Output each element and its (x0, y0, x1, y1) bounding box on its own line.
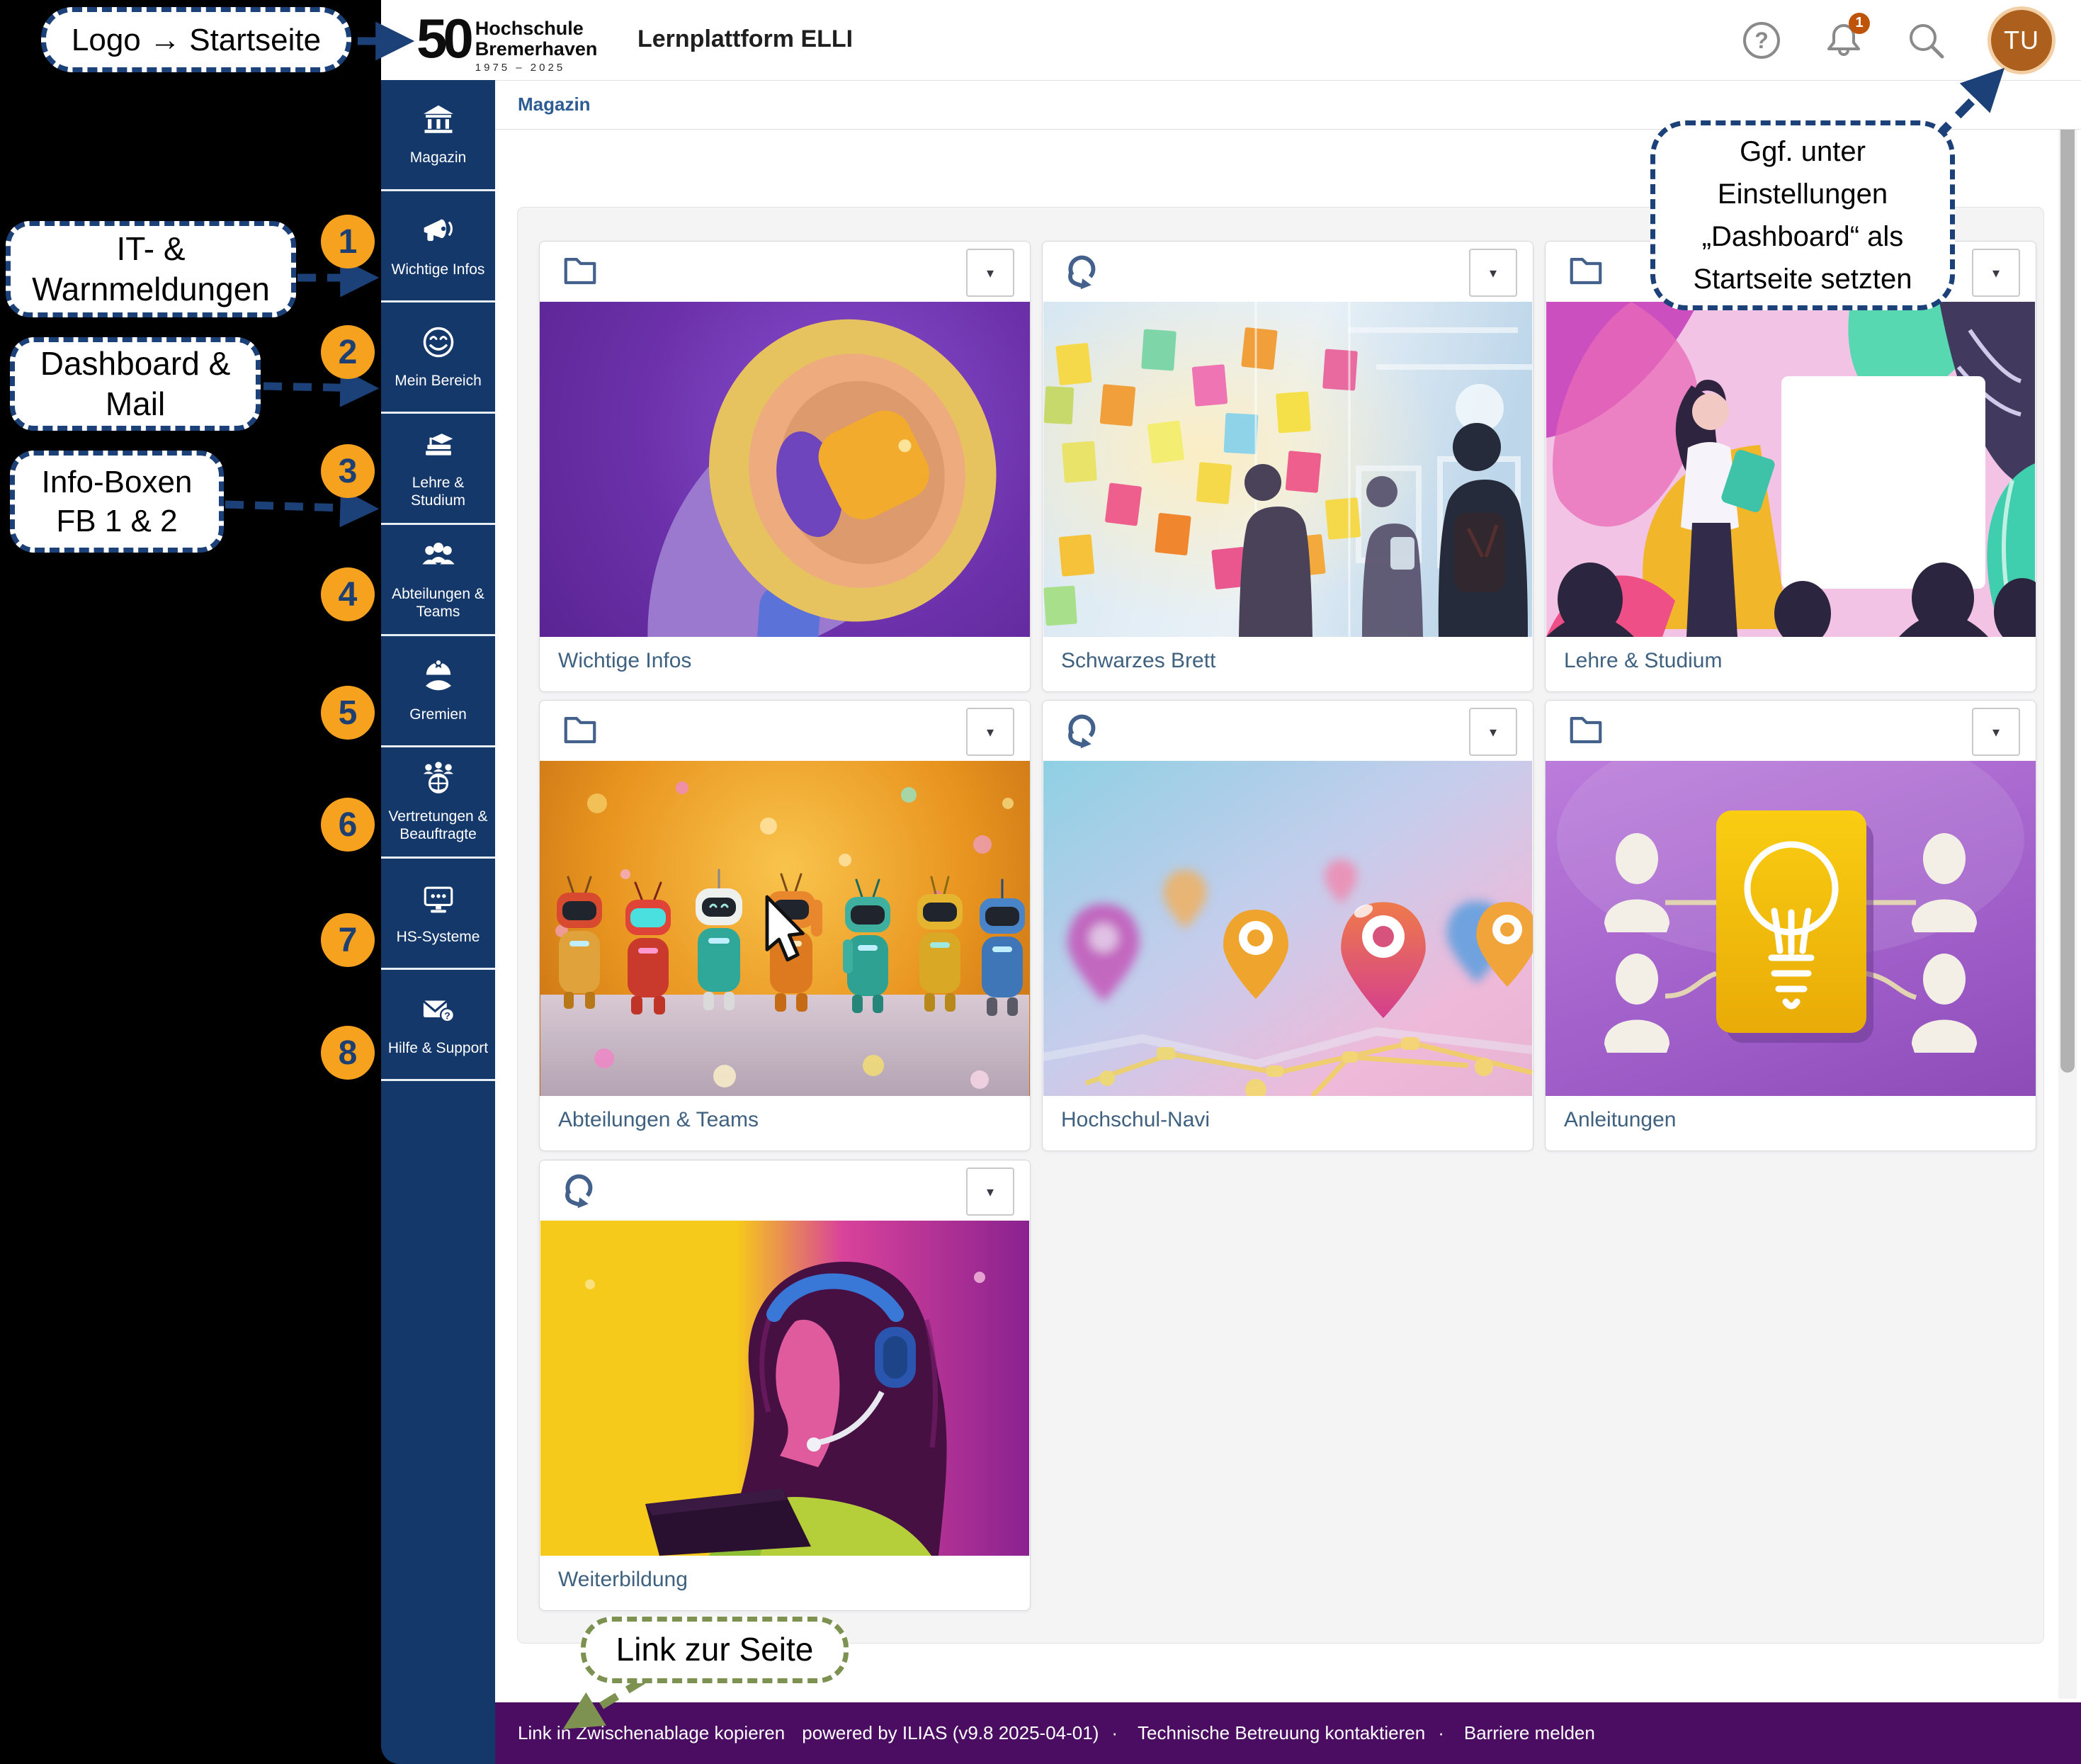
sidebar-item-lehre-studium[interactable]: Lehre & Studium (381, 414, 495, 525)
svg-text:?: ? (444, 1010, 450, 1021)
sidebar-item-hilfe-support[interactable]: ? Hilfe & Support (381, 970, 495, 1081)
page-title: Lernplattform ELLI (637, 26, 853, 53)
card-schwarzes-brett[interactable]: ▾ (1042, 241, 1533, 692)
number-badge-7: 7 (321, 913, 375, 967)
smiley-icon (421, 324, 456, 365)
callout-logo-startseite: Logo → Startseite (41, 7, 351, 72)
card-actions-dropdown[interactable]: ▾ (966, 1167, 1014, 1216)
sidebar-item-wichtige-infos[interactable]: Wichtige Infos (381, 191, 495, 303)
card-actions-dropdown[interactable]: ▾ (1972, 708, 2020, 756)
card-anleitungen[interactable]: ▾ (1545, 700, 2036, 1151)
logo-line1: Hochschule (475, 18, 598, 39)
number-badge-4: 4 (321, 567, 375, 621)
logo-50: 50 (416, 6, 470, 71)
footer-barrier-link[interactable]: Barriere melden (1464, 1722, 1595, 1744)
notifications-bell-icon[interactable]: 1 (1823, 20, 1864, 61)
bank-icon (421, 103, 455, 142)
mail-help-icon: ? (421, 992, 456, 1032)
card-actions-dropdown[interactable]: ▾ (1469, 708, 1517, 756)
number-badge-5: 5 (321, 686, 375, 740)
sidebar-item-gremien[interactable]: Gremien (381, 636, 495, 747)
monitor-icon (421, 881, 456, 921)
card-title: Hochschul-Navi (1043, 1096, 1533, 1144)
footer-copy-link[interactable]: Link in Zwischenablage kopieren (518, 1722, 785, 1744)
search-icon[interactable] (1905, 20, 1946, 61)
arrow-dashboard-mail (263, 386, 370, 388)
help-icon[interactable]: ? (1741, 20, 1782, 61)
link-icon (1064, 252, 1102, 294)
footer-support-link[interactable]: Technische Betreuung kontaktieren (1138, 1722, 1425, 1744)
callout-dashboard-mail: Dashboard & Mail (10, 337, 261, 431)
sidebar-item-hs-systeme[interactable]: HS-Systeme (381, 859, 495, 970)
sidebar: Magazin Wichtige Infos Mein Bereich Lehr… (381, 80, 495, 1764)
folder-icon (561, 711, 599, 753)
folder-icon (561, 252, 599, 294)
sidebar-item-mein-bereich[interactable]: Mein Bereich (381, 303, 495, 414)
card-image-sticky-notes (1043, 302, 1533, 637)
card-actions-dropdown[interactable]: ▾ (966, 708, 1014, 756)
card-image-lightbulb (1546, 761, 2036, 1096)
card-image-headphones-woman (540, 1221, 1030, 1556)
card-title: Anleitungen (1546, 1096, 2036, 1144)
breadcrumb[interactable]: Magazin (518, 94, 591, 115)
scrollbar-thumb[interactable] (2060, 88, 2075, 1073)
link-icon (1064, 711, 1102, 753)
card-weiterbildung[interactable]: ▾ Weiterbildung (539, 1160, 1031, 1611)
megaphone-icon (421, 213, 456, 254)
folder-icon (1567, 711, 1605, 753)
number-badge-1: 1 (321, 215, 375, 268)
committee-icon (421, 658, 456, 699)
card-title: Weiterbildung (540, 1556, 1030, 1604)
card-wichtige-infos[interactable]: ▾ Wichtige Infos (539, 241, 1031, 692)
sidebar-item-vertretungen[interactable]: Vertretungen & Beauftragte (381, 747, 495, 859)
card-image-map-pins (1043, 761, 1533, 1096)
logo-line2: Bremerhaven (475, 39, 598, 60)
card-image-presentation (1546, 302, 2036, 637)
card-title: Schwarzes Brett (1043, 637, 1533, 685)
logo-years: 1975 – 2025 (475, 62, 598, 74)
annotated-screenshot: 50 Hochschule Bremerhaven 1975 – 2025 Le… (0, 0, 2081, 1764)
card-title: Wichtige Infos (540, 637, 1030, 685)
card-actions-dropdown[interactable]: ▾ (1972, 249, 2020, 297)
arrow-info-boxen (225, 504, 370, 509)
callout-link-zur-seite: Link zur Seite (581, 1617, 849, 1683)
callout-info-boxen: Info-Boxen FB 1 & 2 (10, 451, 224, 553)
folder-icon (1567, 252, 1605, 294)
card-title: Abteilungen & Teams (540, 1096, 1030, 1144)
number-badge-8: 8 (321, 1026, 375, 1080)
avatar[interactable]: TU (1988, 6, 2056, 74)
card-abteilungen-teams[interactable]: ▾ (539, 700, 1031, 1151)
footer-powered-by: powered by ILIAS (v9.8 2025-04-01) (802, 1722, 1099, 1744)
sidebar-item-magazin[interactable]: Magazin (381, 80, 495, 191)
number-badge-6: 6 (321, 798, 375, 852)
card-image-megaphone (540, 302, 1030, 637)
app-header: 50 Hochschule Bremerhaven 1975 – 2025 Le… (381, 0, 2081, 81)
card-actions-dropdown[interactable]: ▾ (966, 249, 1014, 297)
card-image-robots (540, 761, 1030, 1096)
app-footer: Link in Zwischenablage kopieren powered … (495, 1702, 2081, 1764)
card-hochschul-navi[interactable]: ▾ (1042, 700, 1533, 1151)
card-actions-dropdown[interactable]: ▾ (1469, 249, 1517, 297)
callout-it-warnmeldungen: IT- & Warnmeldungen (6, 221, 296, 317)
svg-text:?: ? (1754, 28, 1769, 53)
people-icon (421, 538, 456, 578)
callout-dashboard-startseite: Ggf. unter Einstellungen „Dashboard“ als… (1650, 120, 1955, 310)
number-badge-2: 2 (321, 325, 375, 379)
notification-badge: 1 (1849, 13, 1870, 34)
link-icon (561, 1171, 599, 1213)
university-logo[interactable]: 50 Hochschule Bremerhaven 1975 – 2025 (416, 6, 597, 74)
globe-people-icon (421, 760, 456, 801)
number-badge-3: 3 (321, 444, 375, 498)
books-icon (421, 426, 456, 467)
card-title: Lehre & Studium (1546, 637, 2036, 685)
sidebar-item-abteilungen-teams[interactable]: Abteilungen & Teams (381, 525, 495, 636)
